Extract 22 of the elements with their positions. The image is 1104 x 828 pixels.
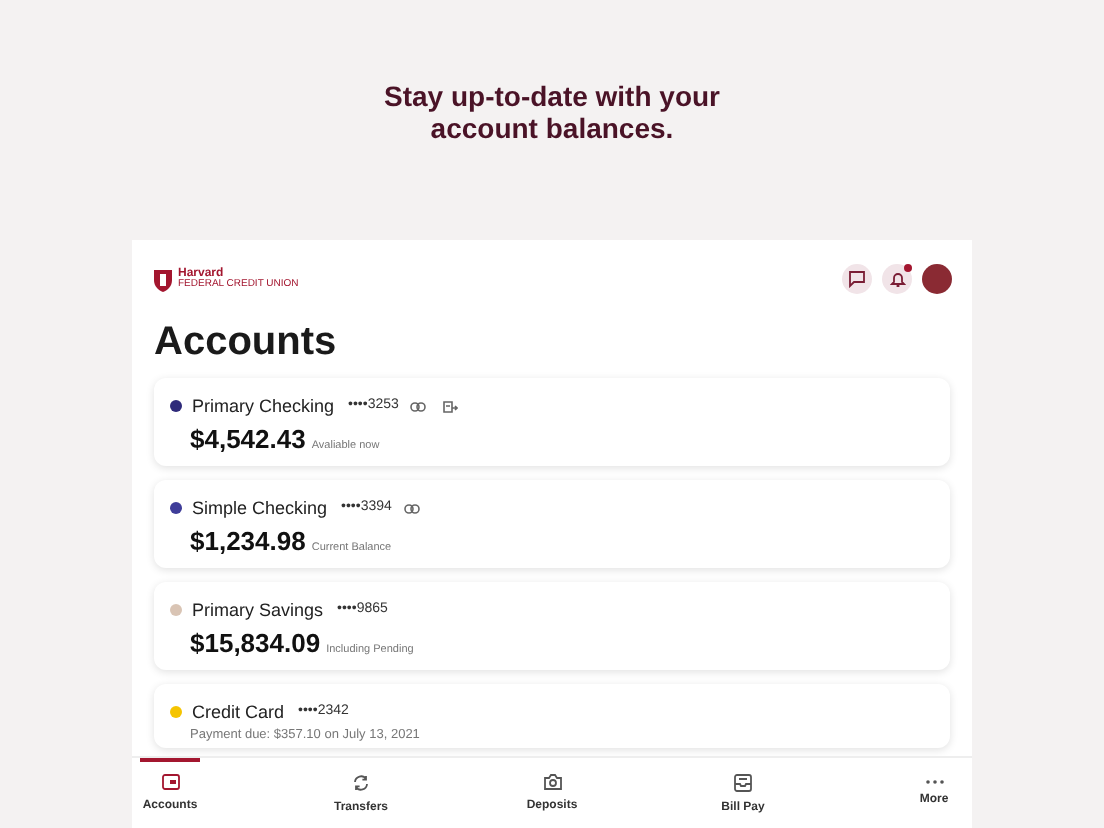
balance-amount: $4,542.43 <box>190 424 306 454</box>
chat-icon <box>848 270 866 288</box>
link-icon <box>403 503 420 513</box>
account-name: Simple Checking <box>192 498 328 518</box>
wallet-icon <box>161 774 179 790</box>
account-name: Credit Card <box>192 702 285 722</box>
link-icon <box>410 401 427 411</box>
inbox-icon <box>734 773 752 791</box>
refresh-icon <box>352 773 370 791</box>
avatar[interactable] <box>922 264 952 294</box>
shield-logo-icon <box>152 267 174 291</box>
balance-amount: $1,234.98 <box>190 526 306 556</box>
headline: Stay up-to-date with your account balances. <box>382 80 722 144</box>
notifications-button[interactable] <box>882 264 912 294</box>
chat-button[interactable] <box>842 264 872 294</box>
document-arrow-icon <box>442 399 459 413</box>
account-name: Primary Savings <box>192 600 324 620</box>
page-title: Accounts <box>152 318 339 366</box>
account-name: Primary Checking <box>192 396 335 416</box>
camera-icon <box>543 774 561 790</box>
bell-icon <box>889 270 905 288</box>
balance-amount: $15,834.09 <box>190 628 321 658</box>
